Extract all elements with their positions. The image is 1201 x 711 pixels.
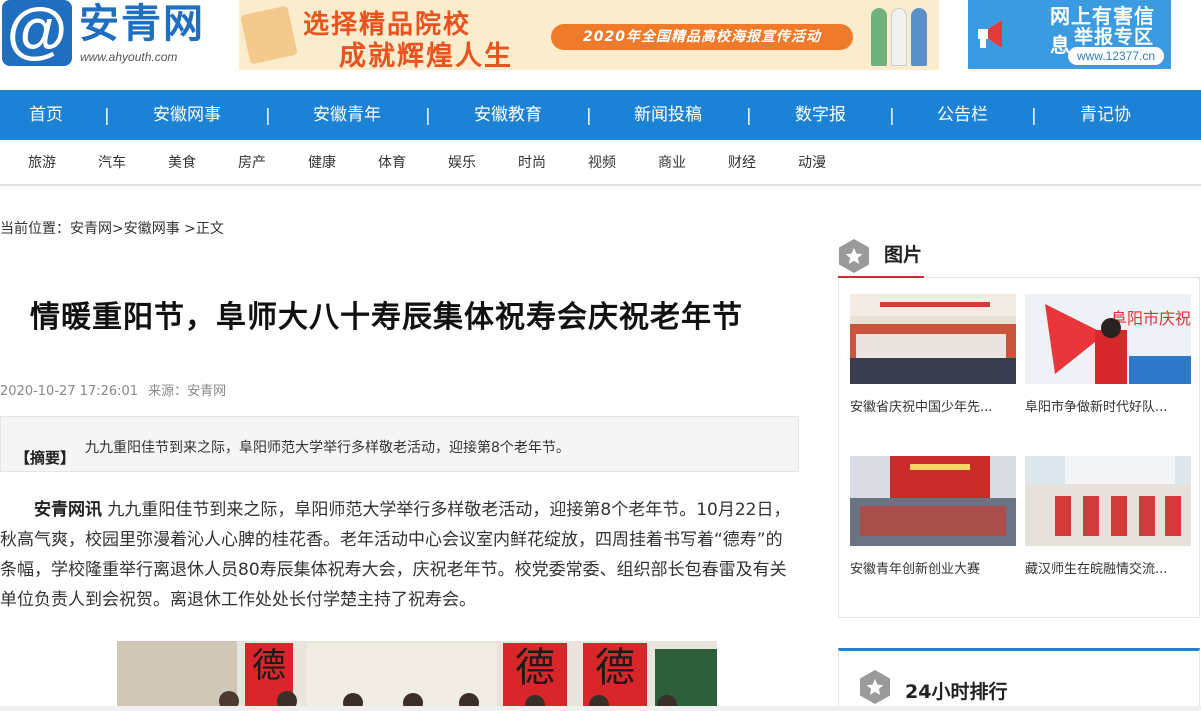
sidebar-pictures-grid: 安徽省庆祝中国少年先... 阜阳市庆祝 阜阳市争做新时代好队... 安徽青年创新…	[838, 278, 1200, 618]
summary-text: 九九重阳佳节到来之际，阜阳师范大学举行多样敬老活动，迎接第8个老年节。	[85, 440, 570, 456]
subnav-finance[interactable]: 财经	[728, 140, 756, 186]
nav-separator: |	[889, 106, 895, 126]
student-figure	[911, 8, 927, 66]
site-logo[interactable]: @ 安青网 www.ahyouth.com	[2, 0, 207, 68]
nav-separator: |	[265, 106, 271, 126]
star-badge-icon	[839, 239, 869, 273]
breadcrumb-sep: >	[112, 221, 124, 237]
book-icon	[240, 5, 298, 65]
sub-nav: 旅游 汽车 美食 房产 健康 体育 娱乐 时尚 视频 商业 财经 动漫	[0, 140, 1201, 186]
report-banner-url: www.12377.cn	[1068, 47, 1164, 65]
sidebar-pictures-title: 图片	[884, 244, 923, 266]
sidebar-ranking: 24小时排行	[838, 648, 1200, 711]
banner-headline-2: 成就辉煌人生	[339, 41, 513, 70]
logo-at-icon: @	[2, 0, 72, 66]
breadcrumb-home[interactable]: 安青网	[70, 221, 112, 237]
subnav-entertainment[interactable]: 娱乐	[448, 140, 476, 186]
svg-text:德: 德	[252, 646, 286, 686]
svg-text:德: 德	[595, 645, 635, 691]
star-badge-icon	[860, 670, 890, 704]
nav-separator: |	[1031, 106, 1037, 126]
nav-separator: |	[104, 106, 110, 126]
ad-banner-report[interactable]: 网上有害信息 举报专区 www.12377.cn	[968, 0, 1171, 69]
student-figure	[871, 8, 887, 66]
subnav-auto[interactable]: 汽车	[98, 140, 126, 186]
main-nav: 首页 | 安徽网事 | 安徽青年 | 安徽教育 | 新闻投稿 | 数字报 | 公…	[0, 90, 1201, 140]
svg-text:阜阳市庆祝: 阜阳市庆祝	[1111, 309, 1191, 328]
logo-name: 安青网	[79, 0, 205, 47]
picture-thumbnail: 阜阳市庆祝	[1025, 294, 1191, 384]
article-body-text: 九九重阳佳节到来之际，阜阳师范大学举行多样敬老活动，迎接第8个老年节。10月22…	[0, 500, 791, 610]
article-meta: 2020-10-27 17:26:01 来源：安青网	[0, 380, 226, 399]
nav-anhui-education[interactable]: 安徽教育	[474, 90, 542, 140]
subnav-anime[interactable]: 动漫	[798, 140, 826, 186]
sidebar-ranking-title: 24小时排行	[905, 681, 1008, 703]
summary-label: 【摘要】	[15, 449, 76, 467]
breadcrumb-current: 正文	[195, 221, 224, 237]
article-datetime: 2020-10-27 17:26:01	[0, 384, 139, 399]
article-body: 安青网讯 九九重阳佳节到来之际，阜阳师范大学举行多样敬老活动，迎接第8个老年节。…	[0, 495, 798, 615]
breadcrumb-sep: >	[179, 221, 196, 237]
subnav-travel[interactable]: 旅游	[28, 140, 56, 186]
subnav-sports[interactable]: 体育	[378, 140, 406, 186]
page-scroll-edge	[0, 706, 1201, 711]
picture-thumbnail	[850, 294, 1016, 384]
subnav-fashion[interactable]: 时尚	[518, 140, 546, 186]
report-banner-subtitle: 举报专区	[1074, 26, 1155, 48]
nav-separator: |	[425, 106, 431, 126]
nav-digital-paper[interactable]: 数字报	[795, 90, 846, 140]
subnav-realestate[interactable]: 房产	[238, 140, 266, 186]
nav-anhui-news[interactable]: 安徽网事	[153, 90, 221, 140]
subnav-video[interactable]: 视频	[588, 140, 616, 186]
picture-item[interactable]: 藏汉师生在皖融情交流...	[1025, 456, 1191, 577]
student-figure	[891, 8, 907, 66]
banner-campaign-pill: 2020年全国精品高校海报宣传活动	[551, 24, 853, 50]
svg-text:德: 德	[515, 645, 555, 691]
article-lead: 安青网讯	[34, 500, 102, 520]
nav-separator: |	[586, 106, 592, 126]
nav-journalist-assoc[interactable]: 青记协	[1080, 90, 1131, 140]
picture-item[interactable]: 安徽省庆祝中国少年先...	[850, 294, 1016, 415]
picture-item[interactable]: 安徽青年创新创业大赛	[850, 456, 1016, 577]
ad-banner-colleges[interactable]: 选择精品院校 成就辉煌人生 2020年全国精品高校海报宣传活动	[239, 0, 939, 70]
picture-caption: 安徽青年创新创业大赛	[850, 562, 981, 577]
nav-home[interactable]: 首页	[29, 90, 63, 140]
picture-caption: 阜阳市争做新时代好队...	[1025, 400, 1168, 415]
breadcrumb-section[interactable]: 安徽网事	[124, 221, 180, 237]
picture-caption: 安徽省庆祝中国少年先...	[850, 400, 993, 415]
breadcrumb-label: 当前位置：	[0, 221, 70, 237]
subnav-health[interactable]: 健康	[308, 140, 336, 186]
nav-news-submit[interactable]: 新闻投稿	[634, 90, 702, 140]
picture-caption: 藏汉师生在皖融情交流...	[1025, 562, 1168, 577]
article-source: 来源：安青网	[148, 384, 227, 399]
megaphone-icon	[978, 20, 1002, 48]
picture-thumbnail	[1025, 456, 1191, 546]
site-header: @ 安青网 www.ahyouth.com 选择精品院校 成就辉煌人生 2020…	[0, 0, 1201, 90]
nav-bulletin[interactable]: 公告栏	[937, 90, 988, 140]
article-title: 情暖重阳节，阜师大八十寿辰集体祝寿会庆祝老年节	[30, 300, 743, 335]
nav-separator: |	[746, 106, 752, 126]
logo-url: www.ahyouth.com	[80, 50, 178, 64]
subnav-business[interactable]: 商业	[658, 140, 686, 186]
picture-item[interactable]: 阜阳市庆祝 阜阳市争做新时代好队...	[1025, 294, 1191, 415]
subnav-food[interactable]: 美食	[168, 140, 196, 186]
breadcrumb: 当前位置：安青网>安徽网事 >正文	[0, 218, 224, 238]
article-photo-image: 德 德 德	[117, 641, 717, 711]
picture-thumbnail	[850, 456, 1016, 546]
sidebar-pictures-header: 图片	[838, 234, 1200, 278]
nav-anhui-youth[interactable]: 安徽青年	[313, 90, 381, 140]
article-summary: 【摘要】 九九重阳佳节到来之际，阜阳师范大学举行多样敬老活动，迎接第8个老年节。	[0, 416, 799, 472]
article-photo[interactable]: 德 德 德	[117, 641, 717, 711]
